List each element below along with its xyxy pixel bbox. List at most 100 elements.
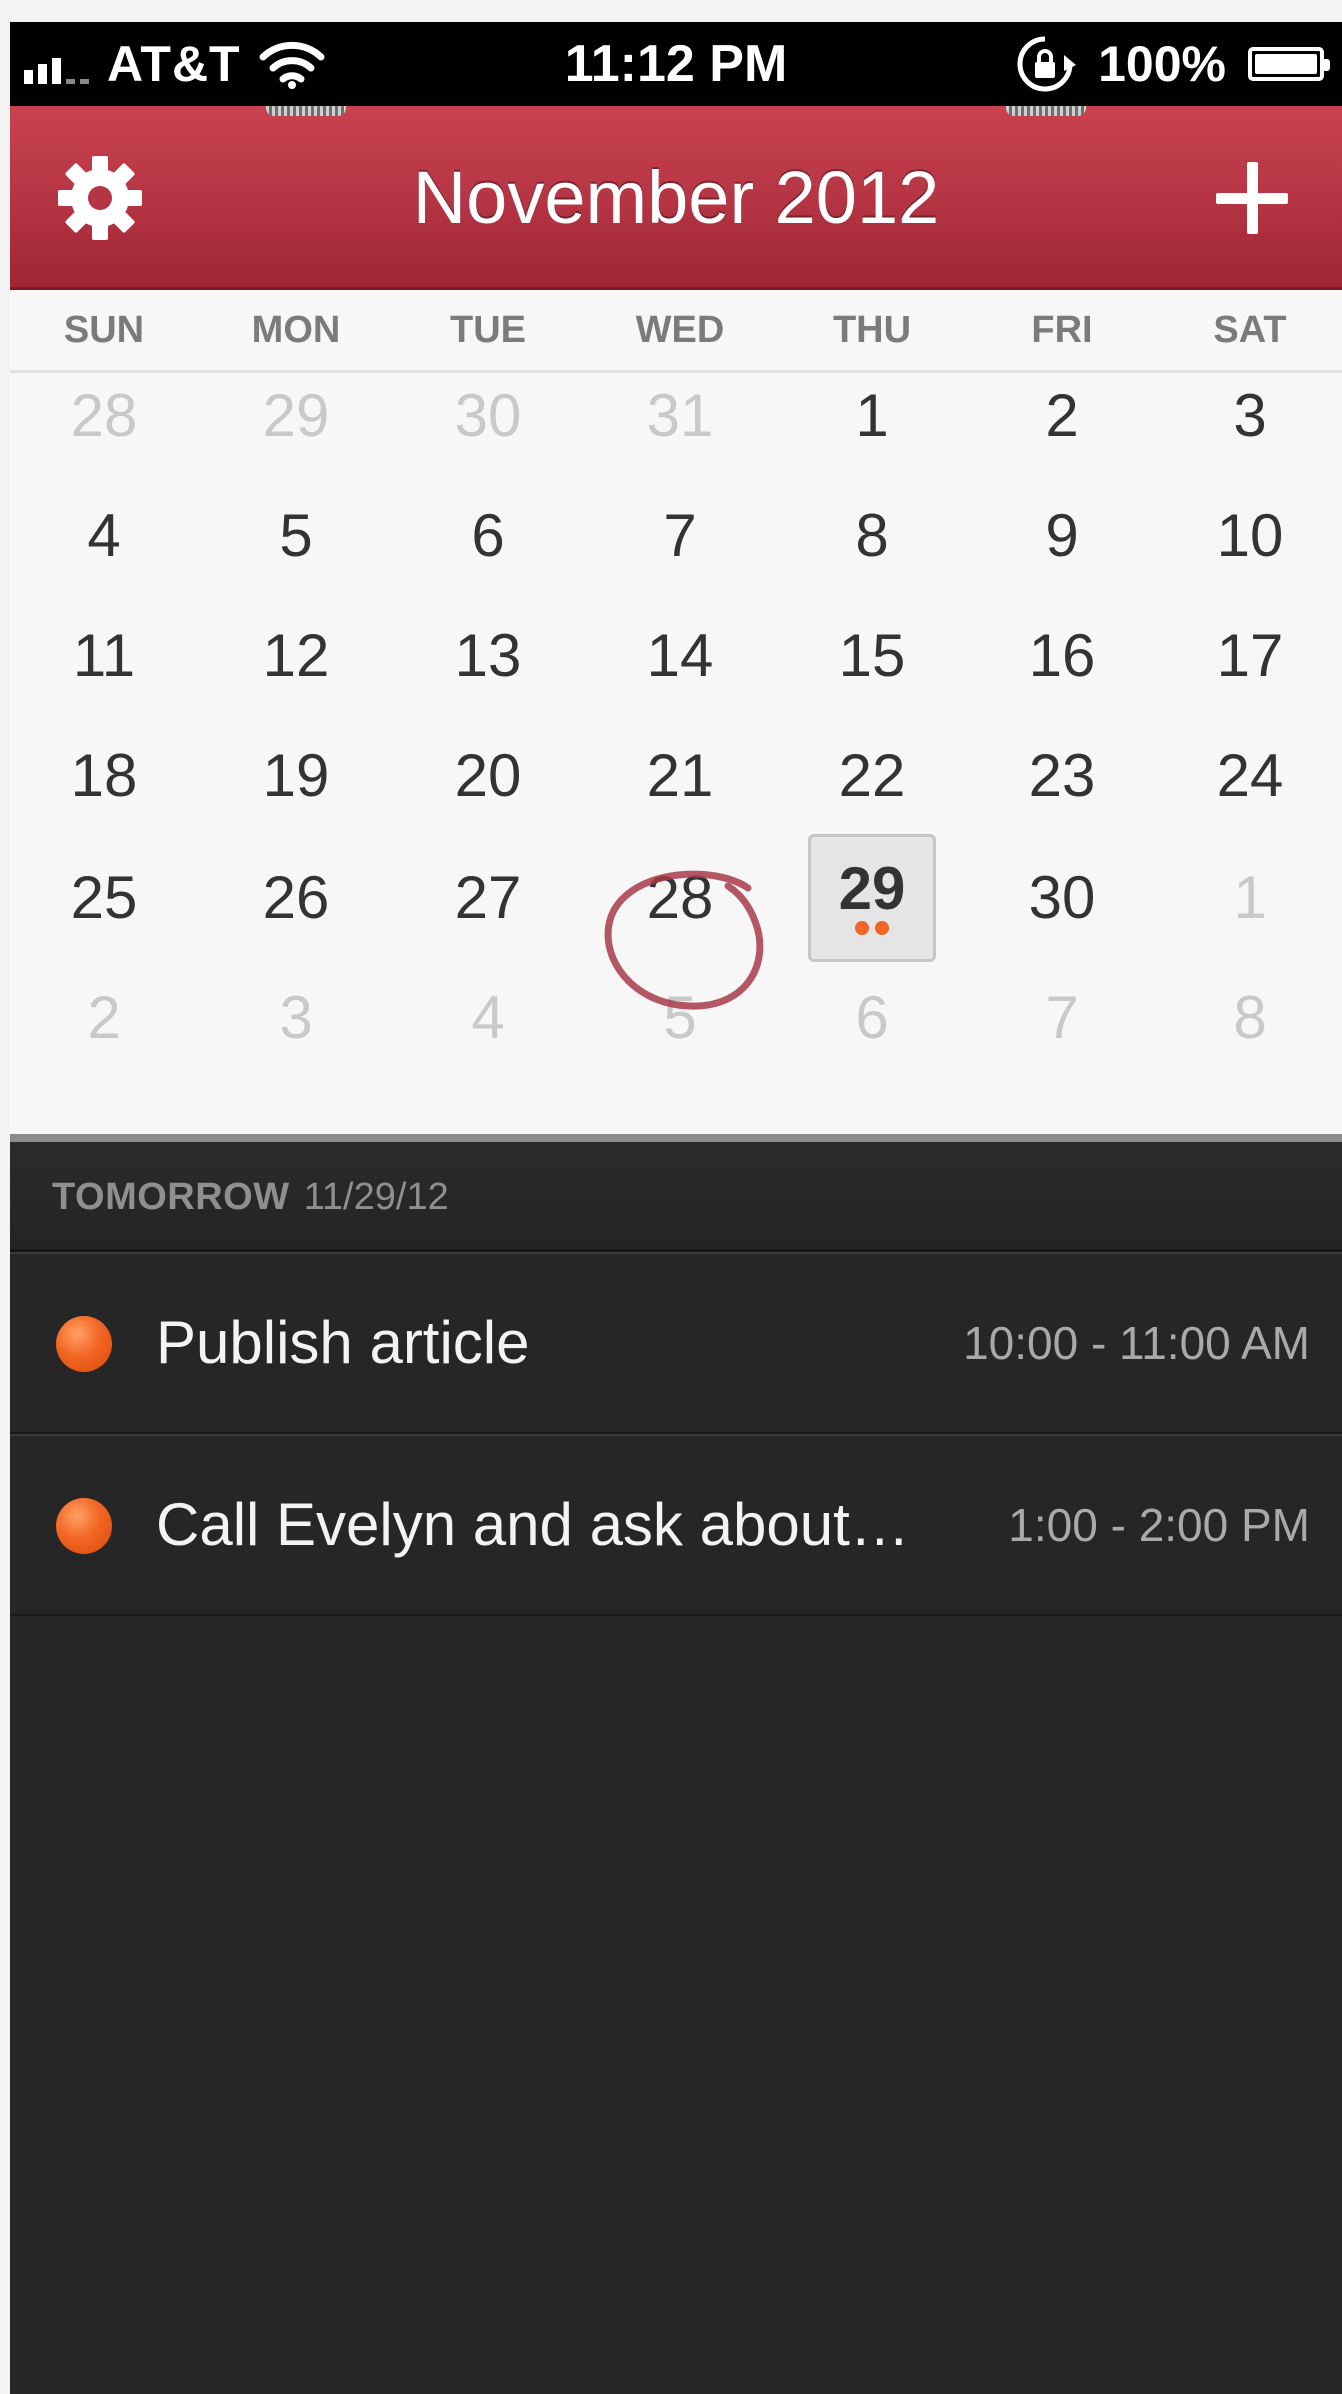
calendar-day[interactable]: 14 bbox=[600, 606, 760, 706]
calendar-day[interactable]: 2 bbox=[24, 968, 184, 1068]
event-time: 10:00 - 11:00 AM bbox=[963, 1317, 1310, 1369]
calendar-day-number: 6 bbox=[855, 984, 889, 1051]
calendar-day[interactable]: 30 bbox=[982, 848, 1142, 948]
calendar-day-number: 14 bbox=[646, 622, 714, 689]
calendar-day-number: 30 bbox=[454, 382, 522, 449]
month-title[interactable]: November 2012 bbox=[10, 106, 1342, 290]
calendar-day-number: 7 bbox=[663, 502, 697, 569]
calendar-day[interactable]: 20 bbox=[408, 726, 568, 826]
weekday-sun: SUN bbox=[63, 309, 145, 351]
calendar-day[interactable]: 10 bbox=[1170, 486, 1330, 586]
calendar-day-number: 20 bbox=[454, 742, 522, 809]
calendar-day-number: 10 bbox=[1216, 502, 1284, 569]
calendar-day-number: 19 bbox=[262, 742, 330, 809]
weekday-mon: MON bbox=[251, 309, 341, 351]
status-bar: AT&T 11:12 PM 100% bbox=[10, 22, 1342, 106]
calendar-day[interactable]: 5 bbox=[216, 486, 376, 586]
calendar-day-number: 25 bbox=[70, 864, 138, 931]
calendar-day-number: 22 bbox=[838, 742, 906, 809]
calendar-day-number: 6 bbox=[471, 502, 505, 569]
calendar-day[interactable]: 25 bbox=[24, 848, 184, 948]
agenda-day-date: 11/29/12 bbox=[303, 1176, 449, 1218]
calendar-day[interactable]: 4 bbox=[408, 968, 568, 1068]
calendar-day[interactable]: 31 bbox=[600, 366, 760, 466]
event-row[interactable]: Call Evelyn and ask about… 1:00 - 2:00 P… bbox=[10, 1434, 1342, 1616]
battery-icon bbox=[1248, 47, 1330, 81]
calendar-day-number: 13 bbox=[454, 622, 522, 689]
calendar-day[interactable]: 18 bbox=[24, 726, 184, 826]
today-circle-icon bbox=[604, 870, 764, 1010]
calendar-day-number: 5 bbox=[279, 502, 313, 569]
calendar-day[interactable]: 7 bbox=[600, 486, 760, 586]
calendar-day[interactable]: 3 bbox=[216, 968, 376, 1068]
calendar-day[interactable]: 13 bbox=[408, 606, 568, 706]
calendar-day[interactable]: 17 bbox=[1170, 606, 1330, 706]
calendar-day-number: 15 bbox=[838, 622, 906, 689]
calendar-day[interactable]: 16 bbox=[982, 606, 1142, 706]
calendar-day[interactable]: 30 bbox=[408, 366, 568, 466]
event-list: TOMORROW 11/29/12 Publish article 10:00 -… bbox=[10, 1142, 1342, 2394]
calendar-day-number: 26 bbox=[262, 864, 330, 931]
calendar-day[interactable]: 3 bbox=[1170, 366, 1330, 466]
event-indicator-dot-icon bbox=[875, 921, 889, 935]
calendar-day-number: 8 bbox=[1233, 984, 1267, 1051]
calendar-day-number: 11 bbox=[72, 622, 136, 689]
settings-button[interactable] bbox=[56, 154, 144, 242]
calendar-day[interactable]: 29 bbox=[216, 366, 376, 466]
calendar-day-number: 30 bbox=[1028, 864, 1096, 931]
battery-percent: 100% bbox=[1098, 36, 1226, 92]
calendar-day-number: 3 bbox=[1233, 382, 1267, 449]
calendar-day-number: 24 bbox=[1216, 742, 1284, 809]
calendar-day-number: 28 bbox=[70, 382, 138, 449]
calendar-day-number: 16 bbox=[1028, 622, 1096, 689]
calendar-day[interactable]: 12 bbox=[216, 606, 376, 706]
agenda-day-header: TOMORROW 11/29/12 bbox=[10, 1142, 1342, 1252]
calendar-day-selected[interactable]: 29 bbox=[808, 834, 936, 962]
event-title: Publish article bbox=[156, 1309, 530, 1376]
calendar-day-number: 12 bbox=[262, 622, 330, 689]
calendar-day[interactable]: 28 bbox=[24, 366, 184, 466]
calendar-day-number: 29 bbox=[262, 382, 330, 449]
add-event-button[interactable] bbox=[1212, 158, 1292, 238]
calendar-divider bbox=[10, 1134, 1342, 1142]
calendar-day[interactable]: 7 bbox=[982, 968, 1142, 1068]
weekday-sat: SAT bbox=[1213, 309, 1287, 351]
calendar-day-number: 2 bbox=[1045, 382, 1079, 449]
calendar-day[interactable]: 27 bbox=[408, 848, 568, 948]
calendar-day[interactable]: 1 bbox=[1170, 848, 1330, 948]
calendar-day-number: 9 bbox=[1045, 502, 1079, 569]
calendar-day[interactable]: 6 bbox=[408, 486, 568, 586]
calendar-day[interactable]: 2 bbox=[982, 366, 1142, 466]
event-indicator-dots bbox=[811, 921, 933, 935]
event-indicator-dot-icon bbox=[855, 921, 869, 935]
phone-screen: AT&T 11:12 PM 100% November 2012 SUN MON… bbox=[10, 22, 1342, 2394]
calendar-day[interactable]: 6 bbox=[792, 968, 952, 1068]
calendar-day-number: 1 bbox=[855, 382, 889, 449]
calendar-day-number: 27 bbox=[454, 864, 522, 931]
calendar-day[interactable]: 26 bbox=[216, 848, 376, 948]
calendar-day[interactable]: 15 bbox=[792, 606, 952, 706]
calendar-day-number: 31 bbox=[646, 382, 714, 449]
calendar-day[interactable]: 9 bbox=[982, 486, 1142, 586]
calendar-day[interactable]: 8 bbox=[1170, 968, 1330, 1068]
calendar-day-number: 4 bbox=[471, 984, 505, 1051]
weekday-thu: THU bbox=[832, 309, 912, 351]
gear-icon bbox=[58, 156, 142, 240]
calendar-day[interactable]: 22 bbox=[792, 726, 952, 826]
calendar-day-number: 3 bbox=[279, 984, 313, 1051]
calendar-day[interactable]: 24 bbox=[1170, 726, 1330, 826]
calendar-day-number: 18 bbox=[70, 742, 138, 809]
calendar-day[interactable]: 1 bbox=[792, 366, 952, 466]
month-header: November 2012 bbox=[10, 106, 1342, 290]
calendar-day-number: 21 bbox=[646, 742, 714, 809]
calendar-day[interactable]: 11 bbox=[24, 606, 184, 706]
calendar-day[interactable]: 4 bbox=[24, 486, 184, 586]
calendar-day-number: 7 bbox=[1045, 984, 1079, 1051]
event-row[interactable]: Publish article 10:00 - 11:00 AM bbox=[10, 1252, 1342, 1434]
calendar-day[interactable]: 19 bbox=[216, 726, 376, 826]
calendar-day-number: 17 bbox=[1216, 622, 1284, 689]
weekday-tue: TUE bbox=[450, 309, 526, 351]
calendar-day[interactable]: 8 bbox=[792, 486, 952, 586]
calendar-day[interactable]: 21 bbox=[600, 726, 760, 826]
calendar-day[interactable]: 23 bbox=[982, 726, 1142, 826]
